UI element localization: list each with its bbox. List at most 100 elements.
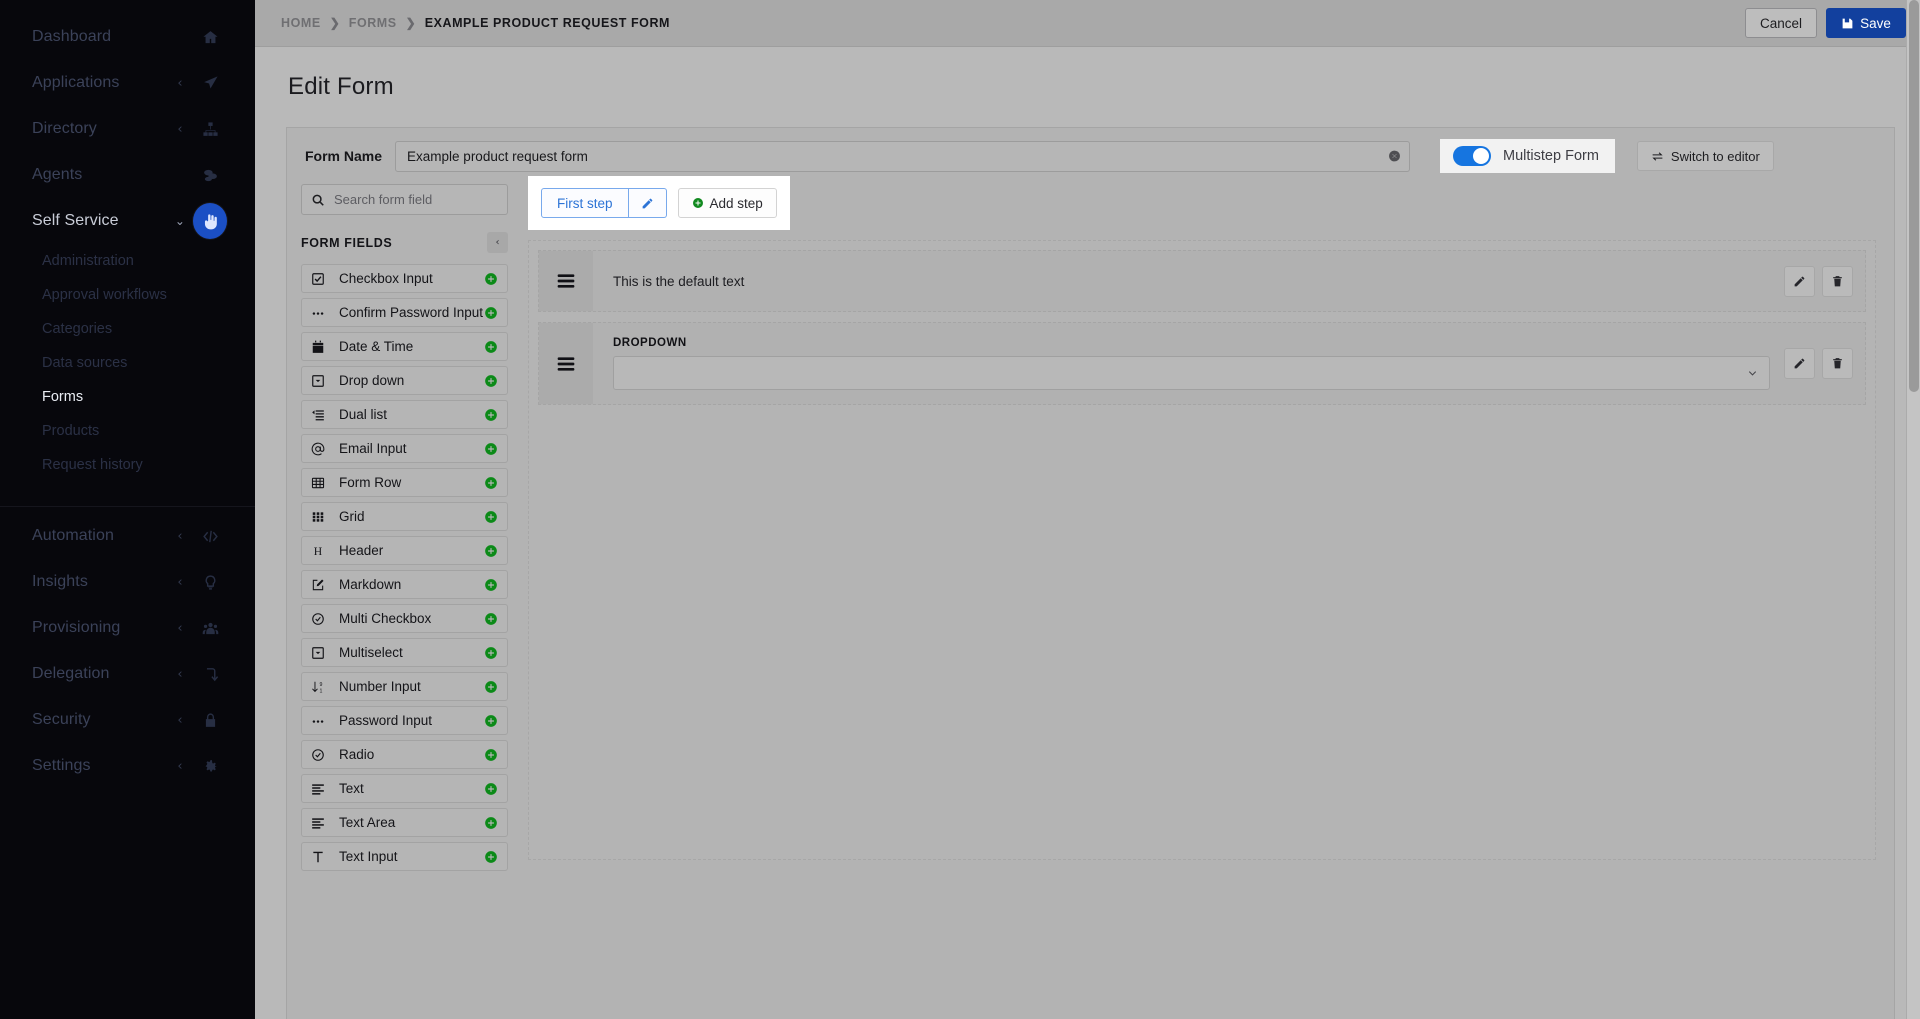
page-title: Edit Form [288, 73, 394, 100]
add-field-button[interactable] [484, 306, 498, 320]
switch-to-editor-label: Switch to editor [1670, 148, 1760, 164]
dropdown-select[interactable] [613, 356, 1770, 390]
field-row[interactable]: H Header [301, 536, 508, 565]
field-row[interactable]: Dual list [301, 400, 508, 429]
sidebar-subitem-forms[interactable]: Forms [0, 380, 255, 414]
page-scrollbar[interactable] [1906, 0, 1920, 1019]
breadcrumb-forms[interactable]: FORMS [349, 16, 397, 30]
search-input[interactable] [301, 184, 508, 215]
add-field-button[interactable] [484, 782, 498, 796]
add-field-button[interactable] [484, 272, 498, 286]
sidebar-item-applications[interactable]: Applications ‹ [0, 60, 255, 106]
breadcrumb-current: EXAMPLE PRODUCT REQUEST FORM [424, 16, 670, 30]
sidebar-caret: ‹ [177, 758, 183, 774]
delete-component-button[interactable] [1822, 265, 1853, 297]
edit-component-button[interactable] [1784, 265, 1815, 297]
drag-handle-icon[interactable] [539, 251, 593, 311]
add-field-button[interactable] [484, 680, 498, 694]
add-field-button[interactable] [484, 442, 498, 456]
sidebar-item-provisioning[interactable]: Provisioning ‹ [0, 605, 255, 651]
field-row[interactable]: 9 1 Number Input [301, 672, 508, 701]
add-field-button[interactable] [484, 748, 498, 762]
edit-component-button[interactable] [1784, 348, 1815, 379]
sidebar-subitem-data-sources[interactable]: Data sources [0, 346, 255, 380]
cancel-button[interactable]: Cancel [1744, 8, 1817, 38]
field-row[interactable]: Text Area [301, 808, 508, 837]
form-component-dropdown[interactable]: DROPDOWN [538, 322, 1866, 405]
pencil-icon [1794, 276, 1805, 286]
add-field-button[interactable] [484, 612, 498, 626]
add-field-button[interactable] [484, 646, 498, 660]
delete-component-button[interactable] [1822, 348, 1853, 379]
add-field-button[interactable] [484, 510, 498, 524]
field-row[interactable]: Checkbox Input [301, 264, 508, 293]
collapse-panel-button[interactable]: ‹ [487, 232, 508, 253]
heading-icon: H [311, 544, 333, 558]
sidebar-item-delegation[interactable]: Delegation ‹ [0, 651, 255, 697]
field-row[interactable]: Radio [301, 740, 508, 769]
chevron-down-icon: ⌄ [174, 214, 186, 228]
add-field-button[interactable] [484, 714, 498, 728]
form-component-text[interactable]: This is the default text [538, 250, 1866, 312]
add-field-button[interactable] [484, 340, 498, 354]
save-button[interactable]: Save [1826, 8, 1906, 38]
sidebar-item-label: Provisioning [32, 619, 121, 636]
field-row[interactable]: Markdown [301, 570, 508, 599]
scrollbar-thumb[interactable] [1909, 0, 1919, 392]
steps-toolbar: First step Add step [528, 176, 790, 230]
add-field-button[interactable] [484, 408, 498, 422]
agents-icon [193, 158, 227, 192]
add-field-button[interactable] [484, 374, 498, 388]
sidebar-item-directory[interactable]: Directory ‹ [0, 106, 255, 152]
sidebar-subitem-administration[interactable]: Administration [0, 244, 255, 278]
sidebar-item-insights[interactable]: Insights ‹ [0, 559, 255, 605]
sidebar-subitem-request-history[interactable]: Request history [0, 448, 255, 482]
component-actions [1784, 323, 1865, 404]
sidebar-item-agents[interactable]: Agents [0, 152, 255, 198]
add-step-button[interactable]: Add step [677, 188, 777, 218]
field-label: Number Input [339, 679, 421, 694]
add-field-button[interactable] [484, 816, 498, 830]
search-icon [311, 193, 325, 207]
clear-icon[interactable] [1388, 150, 1401, 163]
field-row[interactable]: Email Input [301, 434, 508, 463]
field-row[interactable]: Multiselect [301, 638, 508, 667]
switch-to-editor-button[interactable]: Switch to editor [1636, 141, 1774, 171]
form-name-input[interactable] [395, 140, 1411, 172]
multistep-toggle-group[interactable]: Multistep Form [1440, 139, 1615, 173]
step-tab-first-step[interactable]: First step [541, 188, 629, 218]
edit-step-button[interactable] [628, 188, 667, 218]
field-label: Password Input [339, 713, 433, 728]
sidebar-item-security[interactable]: Security ‹ [0, 697, 255, 743]
field-row[interactable]: Password Input [301, 706, 508, 735]
breadcrumb-home[interactable]: HOME [281, 16, 321, 30]
add-field-button[interactable] [484, 850, 498, 864]
sidebar-subitem-label: Data sources [42, 355, 128, 371]
sidebar-item-self-service[interactable]: Self Service ⌄ [0, 198, 255, 244]
add-field-button[interactable] [484, 476, 498, 490]
field-row[interactable]: Grid [301, 502, 508, 531]
sidebar-item-settings[interactable]: Settings ‹ [0, 743, 255, 789]
components-drop-area[interactable]: This is the default text DROPDOWN [528, 240, 1876, 860]
field-row[interactable]: Confirm Password Input [301, 298, 508, 327]
multistep-toggle[interactable] [1453, 146, 1492, 166]
drag-handle-icon[interactable] [539, 323, 593, 404]
sidebar-subitem-approval-workflows[interactable]: Approval workflows [0, 278, 255, 312]
field-row[interactable]: Multi Checkbox [301, 604, 508, 633]
sidebar-item-dashboard[interactable]: Dashboard [0, 14, 255, 60]
chevron-down-icon [1748, 370, 1757, 376]
sidebar-caret: ‹ [177, 620, 183, 636]
dropdown-icon [311, 374, 333, 388]
component-label: DROPDOWN [613, 337, 687, 349]
sidebar-item-automation[interactable]: Automation ‹ [0, 513, 255, 559]
component-content: This is the default text [593, 251, 1784, 311]
field-row[interactable]: Drop down [301, 366, 508, 395]
field-row[interactable]: Text Input [301, 842, 508, 871]
field-row[interactable]: Form Row [301, 468, 508, 497]
add-field-button[interactable] [484, 544, 498, 558]
sidebar-subitem-categories[interactable]: Categories [0, 312, 255, 346]
field-row[interactable]: Text [301, 774, 508, 803]
add-field-button[interactable] [484, 578, 498, 592]
sidebar-subitem-products[interactable]: Products [0, 414, 255, 448]
field-row[interactable]: Date & Time [301, 332, 508, 361]
